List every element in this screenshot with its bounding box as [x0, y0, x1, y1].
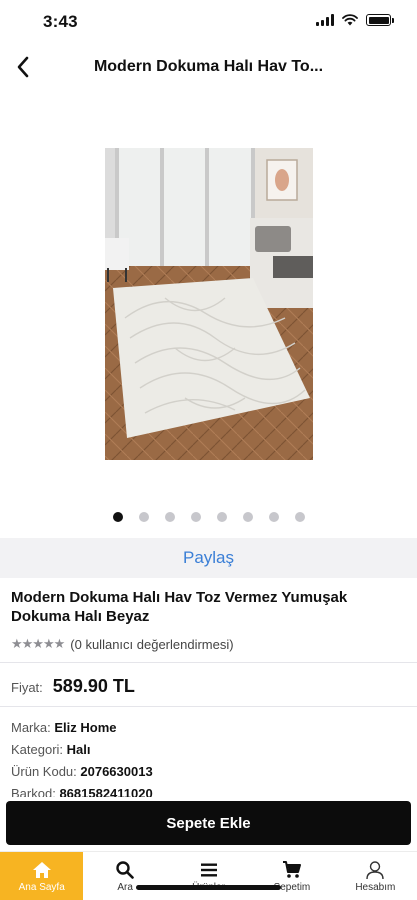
search-icon: [116, 860, 134, 879]
price-label: Fiyat:: [11, 680, 43, 695]
spec-value: Halı: [66, 742, 91, 757]
pagination-dot[interactable]: [242, 512, 253, 522]
image-pagination[interactable]: [0, 512, 417, 522]
menu-icon: [200, 863, 217, 876]
add-to-cart-button[interactable]: Sepete Ekle: [6, 801, 411, 845]
nav-bar: Modern Dokuma Halı Hav To...: [0, 44, 417, 90]
signal-icon: [316, 14, 334, 26]
spec-row: Ürün Kodu: 2076630013: [11, 761, 406, 783]
pagination-dot[interactable]: [138, 512, 149, 522]
user-icon: [366, 860, 385, 879]
tab-products[interactable]: Ürünler: [167, 852, 250, 900]
product-image-gallery[interactable]: [0, 90, 417, 510]
tab-search[interactable]: Ara: [83, 852, 166, 900]
wifi-icon: [342, 14, 358, 26]
tab-cart[interactable]: Sepetim: [250, 852, 333, 900]
pagination-dot[interactable]: [216, 512, 227, 522]
product-title: Modern Dokuma Halı Hav Toz Vermez Yumuşa…: [11, 589, 348, 625]
spec-value: Eliz Home: [54, 720, 117, 735]
back-button[interactable]: [8, 52, 38, 82]
tab-bar: Ana Sayfa Ara Ürünler Sepetim Hesabım: [0, 851, 417, 900]
spec-row: Barkod: 8681582411020: [11, 783, 406, 797]
spec-row: Marka: Eliz Home: [11, 717, 406, 739]
tab-account[interactable]: Hesabım: [334, 852, 417, 900]
spec-row: Kategori: Halı: [11, 739, 406, 761]
share-label: Paylaş: [182, 548, 235, 567]
home-indicator: [136, 885, 281, 890]
chevron-left-icon: [17, 56, 29, 78]
pagination-dot[interactable]: [112, 512, 123, 522]
tab-search-label: Ara: [117, 881, 133, 893]
pagination-dot[interactable]: [294, 512, 305, 522]
page-title: Modern Dokuma Halı Hav To...: [93, 58, 324, 75]
product-specs: Marka: Eliz Home Kategori: Halı Ürün Kodu:…: [11, 717, 406, 797]
status-time: 3:43: [43, 12, 78, 31]
tab-account-label: Hesabım: [355, 881, 396, 893]
spec-label: Kategori:: [11, 742, 64, 757]
rating-text: (0 kullanıcı değerlendirmesi): [70, 636, 234, 652]
tab-home[interactable]: Ana Sayfa: [0, 852, 84, 900]
share-button[interactable]: Paylaş: [0, 538, 417, 578]
status-bar: 3:43: [0, 0, 417, 44]
rating-stars-icon: ★★★★★: [11, 636, 65, 651]
spec-value: 2076630013: [80, 764, 153, 779]
pagination-dot[interactable]: [190, 512, 201, 522]
divider: [0, 662, 417, 663]
product-image: [105, 148, 313, 460]
price-row: Fiyat: 589.90 TL: [11, 676, 135, 697]
spec-value: 8681582411020: [59, 786, 153, 797]
pagination-dot[interactable]: [268, 512, 279, 522]
battery-icon: [366, 14, 394, 26]
pagination-dot[interactable]: [164, 512, 175, 522]
spec-label: Barkod:: [11, 786, 56, 797]
product-rating[interactable]: ★★★★★ (0 kullanıcı değerlendirmesi): [11, 636, 234, 652]
tab-home-label: Ana Sayfa: [18, 881, 65, 893]
spec-label: Marka:: [11, 720, 51, 735]
status-icons: [316, 14, 394, 26]
cart-icon: [282, 860, 301, 878]
price-value: 589.90 TL: [52, 676, 135, 696]
home-icon: [32, 861, 51, 878]
divider: [0, 706, 417, 707]
spec-label: Ürün Kodu:: [11, 764, 77, 779]
